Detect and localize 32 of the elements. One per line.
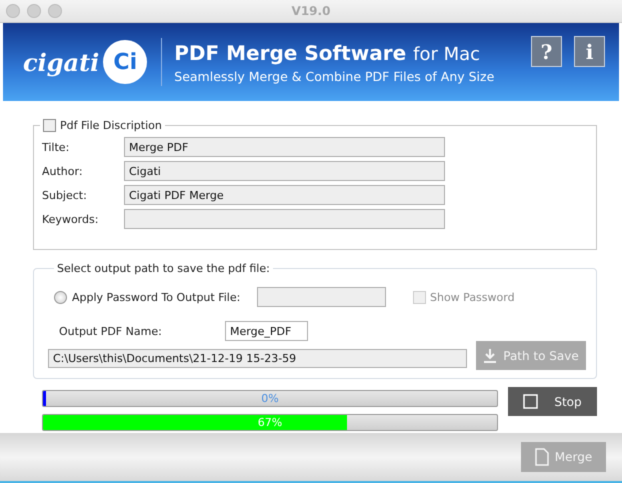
text-field[interactable]: Cigati PDF Merge <box>124 185 445 205</box>
field-label: Author: <box>42 164 84 178</box>
stop-button[interactable]: Stop <box>508 387 597 416</box>
path-field[interactable]: C:\Users\this\Documents\21-12-19 15-23-59 <box>48 349 467 368</box>
download-icon <box>483 348 498 364</box>
progress-percent: 67% <box>256 416 284 429</box>
help-button[interactable]: ? <box>531 36 562 67</box>
field-label: Subject: <box>42 188 88 202</box>
text-field[interactable]: Cigati <box>124 161 445 181</box>
document-icon <box>534 448 549 466</box>
info-button[interactable]: i <box>574 36 605 67</box>
minimize-icon[interactable] <box>27 4 41 18</box>
checkbox-label: Pdf File Discription <box>60 119 162 132</box>
progress-percent: 0% <box>260 392 280 405</box>
logo-text: cigati <box>23 48 100 76</box>
zoom-icon[interactable] <box>48 4 62 18</box>
close-icon[interactable] <box>6 4 20 18</box>
show-password-label: Show Password <box>430 290 515 304</box>
group-legend: Select output path to save the pdf file: <box>57 262 270 275</box>
tagline: Seamlessly Merge & Combine PDF Files of Any Size <box>174 68 496 84</box>
output-name-label: Output PDF Name: <box>59 324 163 338</box>
app-title: PDF Merge Software for Mac <box>174 40 482 64</box>
window-title: V19.0 <box>292 4 330 18</box>
field-label: Tilte: <box>42 140 70 154</box>
radio-label: Apply Password To Output File: <box>72 290 242 304</box>
text-field[interactable]: Merge PDF <box>124 137 445 157</box>
field-label: Keywords: <box>42 212 100 226</box>
square-icon <box>523 394 538 409</box>
text-field[interactable] <box>124 209 445 229</box>
logo-mark: Ci <box>103 40 148 84</box>
checkbox[interactable] <box>43 119 56 132</box>
output-name-field[interactable]: Merge_PDF <box>225 321 308 341</box>
